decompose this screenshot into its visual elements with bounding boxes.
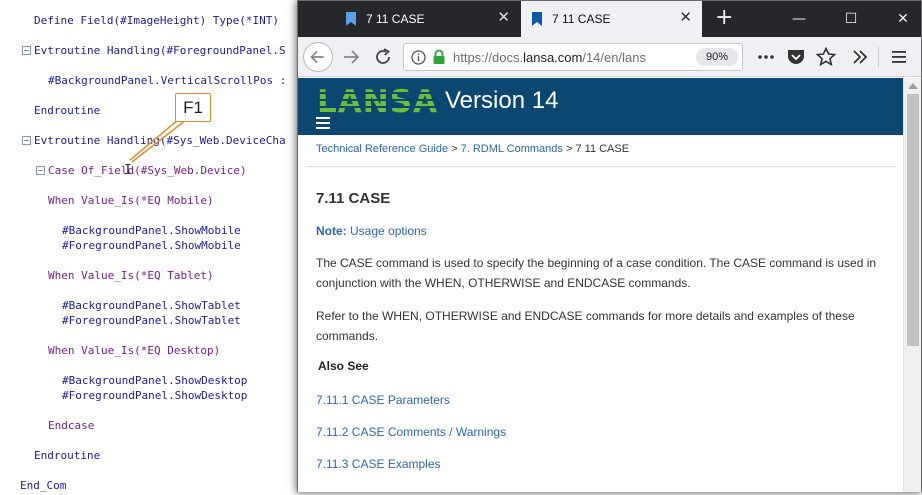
site-header: LANSA Version 14 [298, 78, 903, 135]
hamburger-icon[interactable] [316, 117, 330, 129]
scroll-up-arrow-icon[interactable] [908, 81, 918, 89]
f1-callout: F1 [175, 93, 211, 122]
code-line[interactable]: When Value_Is(*EQ Desktop) [48, 344, 220, 358]
code-line[interactable]: End_Com [20, 479, 66, 493]
bookmark-star-icon[interactable] [814, 45, 838, 69]
menu-icon[interactable] [887, 45, 911, 69]
code-line[interactable]: #ForegroundPanel.ShowDesktop [62, 389, 247, 403]
lansa-logo[interactable]: LANSA [317, 83, 439, 117]
page-content: LANSA Version 14 Technical Reference Gui… [298, 78, 921, 492]
overflow-icon[interactable] [848, 45, 872, 69]
minimize-button[interactable]: — [786, 7, 812, 31]
breadcrumb: Technical Reference Guide > 7. RDML Comm… [316, 143, 629, 155]
breadcrumb-separator: > [562, 143, 576, 155]
bookmark-favicon-icon [532, 12, 542, 26]
bookmark-favicon-icon [346, 12, 356, 26]
breadcrumb-separator: > [448, 143, 461, 155]
code-line[interactable]: #ForegroundPanel.ShowTablet [62, 314, 241, 328]
code-line[interactable]: When Value_Is(*EQ Tablet) [48, 269, 214, 283]
code-line[interactable]: When Value_Is(*EQ Mobile) [48, 194, 214, 208]
code-line[interactable]: #BackgroundPanel.ShowDesktop [62, 374, 247, 388]
code-line[interactable]: Endcase [48, 419, 94, 433]
tab-bar: 7 11 CASE ✕ 7 11 CASE ✕ + — ☐ ✕ [298, 1, 921, 37]
code-line[interactable]: Evtroutine Handling(#ForegroundPanel.S [34, 44, 286, 58]
note-label: Note: [316, 224, 347, 238]
case-comments-warnings-link[interactable]: 7.11.2 CASE Comments / Warnings [316, 425, 506, 439]
code-line[interactable]: #BackgroundPanel.VerticalScrollPos : [48, 74, 286, 88]
fold-toggle-icon[interactable]: − [22, 136, 31, 145]
url-text[interactable]: https://docs.lansa.com/14/en/lans [453, 50, 683, 65]
page-title: 7.11 CASE [316, 190, 391, 207]
reference-paragraph: Refer to the WHEN, OTHERWISE and ENDCASE… [316, 309, 855, 343]
lock-icon[interactable] [432, 49, 446, 65]
code-line[interactable]: Endroutine [34, 449, 100, 463]
also-see-heading: Also See [318, 359, 369, 373]
url-path: /14/en/lans [582, 50, 646, 65]
usage-options-link[interactable]: Usage options [350, 224, 427, 238]
code-line[interactable]: #BackgroundPanel.ShowTablet [62, 299, 241, 313]
fold-toggle-icon[interactable]: − [22, 46, 31, 55]
url-prefix: https://docs. [453, 50, 524, 65]
description-paragraph: The CASE command is used to specify the … [316, 256, 877, 290]
scrollbar-thumb[interactable] [907, 94, 919, 346]
tab-title: 7 11 CASE [366, 12, 425, 26]
case-examples-link[interactable]: 7.11.3 CASE Examples [316, 457, 441, 471]
breadcrumb-current: 7 11 CASE [575, 143, 630, 155]
callout-pointer [129, 119, 187, 163]
case-parameters-link[interactable]: 7.11.1 CASE Parameters [316, 393, 450, 407]
tab-7-11-case-first[interactable]: 7 11 CASE ✕ [335, 1, 520, 37]
close-tab-icon[interactable]: ✕ [679, 9, 692, 27]
address-bar[interactable]: https://docs.lansa.com/14/en/lans 90% [403, 43, 743, 71]
forward-arrow-icon[interactable] [338, 44, 364, 70]
url-domain: lansa.com [523, 50, 583, 65]
divider [306, 166, 896, 167]
pocket-icon[interactable] [784, 45, 808, 69]
maximize-button[interactable]: ☐ [838, 7, 864, 31]
reload-icon[interactable] [370, 44, 396, 70]
code-line[interactable]: Endroutine [34, 104, 100, 118]
code-line[interactable]: #ForegroundPanel.ShowMobile [62, 239, 241, 253]
info-icon[interactable] [411, 50, 426, 65]
new-tab-button[interactable]: + [715, 6, 733, 30]
back-arrow-icon[interactable] [303, 42, 333, 72]
close-window-button[interactable]: ✕ [890, 7, 916, 31]
code-line[interactable]: Define Field(#ImageHeight) Type(*INT) [34, 14, 286, 28]
version-title: Version 14 [445, 87, 559, 114]
toolbar-divider [878, 47, 879, 67]
breadcrumb-link-rdml-commands[interactable]: 7. RDML Commands [461, 143, 563, 155]
tab-title: 7 11 CASE [552, 12, 611, 26]
tab-7-11-case-active[interactable]: 7 11 CASE ✕ [521, 1, 702, 37]
navigation-bar: https://docs.lansa.com/14/en/lans 90% [298, 37, 921, 77]
vertical-scrollbar[interactable] [903, 78, 921, 492]
close-tab-icon[interactable]: ✕ [497, 9, 510, 27]
note-line: Note: Usage options [316, 221, 901, 241]
code-line[interactable]: #BackgroundPanel.ShowMobile [62, 224, 241, 238]
more-actions-icon[interactable] [754, 45, 778, 69]
browser-window: 7 11 CASE ✕ 7 11 CASE ✕ + — ☐ ✕ https://… [297, 0, 922, 492]
breadcrumb-link-technical-reference-guide[interactable]: Technical Reference Guide [316, 143, 448, 155]
fold-toggle-icon[interactable]: − [36, 166, 45, 175]
zoom-level-badge[interactable]: 90% [696, 48, 738, 66]
